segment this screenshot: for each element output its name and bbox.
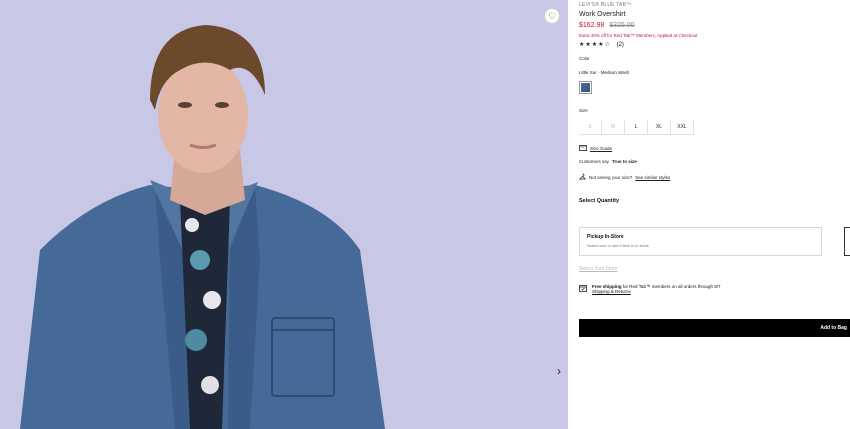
fit-info: Customers say True to size: [579, 159, 637, 164]
shipping-detail: for Red Tab™ members on all orders throu…: [622, 284, 721, 289]
fit-prefix: Customers say: [579, 159, 610, 164]
shipping-info: Free shipping for Red Tab™ members on al…: [579, 284, 721, 294]
not-seeing-size: Not seeing your size?: [589, 174, 633, 180]
product-details-panel: LEVI'S® BLUE TAB™ Work Overshirt $162.98…: [579, 0, 850, 429]
size-label: Size: [579, 108, 588, 113]
shipping-text: Free shipping for Red Tab™ members on al…: [592, 284, 721, 294]
product-photo: [0, 0, 568, 429]
size-option-xxl[interactable]: XXL: [671, 120, 694, 135]
similar-styles-row: Not seeing your size? See similar styles: [579, 173, 670, 181]
price: $162.98 $325.00: [579, 22, 635, 29]
chevron-right-icon: ›: [557, 364, 561, 378]
quantity-label: Select Quantity: [579, 198, 620, 204]
size-option-xl[interactable]: XL: [648, 120, 671, 135]
color-label: Color: [579, 56, 590, 61]
color-swatch[interactable]: [579, 81, 592, 94]
fit-value: True to size: [612, 159, 637, 164]
size-selector: S M L XL XXL: [579, 120, 694, 135]
pickup-option[interactable]: Pickup In-Store Select size to see if it…: [579, 227, 822, 256]
size-option-s[interactable]: S: [579, 120, 602, 135]
hanger-icon: [579, 173, 586, 180]
heart-icon: ♡: [547, 10, 557, 21]
size-guide-row[interactable]: Size Guide: [579, 145, 612, 151]
calendar-icon: [579, 285, 587, 292]
size-option-l[interactable]: L: [625, 120, 648, 135]
ruler-icon: [579, 145, 587, 151]
rating-stars-icon: ★★★★☆: [579, 42, 611, 48]
pickup-title: Pickup In-Store: [587, 234, 624, 240]
product-image-area[interactable]: ♡ ›: [0, 0, 568, 429]
add-to-bag-button[interactable]: Add to Bag: [579, 319, 850, 337]
next-image-button[interactable]: ›: [557, 364, 561, 378]
similar-styles-link[interactable]: See similar styles: [635, 175, 670, 180]
selected-color: Little Sur - Medium Wash: [579, 70, 630, 75]
select-store-link[interactable]: Select Your Store: [579, 266, 618, 272]
delivery-option-edge[interactable]: [844, 227, 850, 256]
size-guide-link[interactable]: Size Guide: [590, 146, 612, 151]
original-price: $325.00: [609, 22, 635, 29]
product-title: Work Overshirt: [579, 11, 626, 18]
review-count[interactable]: (2): [617, 42, 624, 48]
wishlist-button[interactable]: ♡: [544, 8, 560, 24]
size-option-m[interactable]: M: [602, 120, 625, 135]
promo-message: Extra 40% off for Red Tab™ Members, Appl…: [579, 33, 698, 38]
rating[interactable]: ★★★★☆ (2): [579, 41, 624, 48]
pickup-subtitle: Select size to see if item is in stock: [587, 243, 649, 248]
shipping-returns-link[interactable]: Shipping & Returns: [592, 289, 631, 294]
sale-price: $162.98: [579, 22, 605, 29]
brand-name: LEVI'S® BLUE TAB™: [579, 2, 632, 8]
